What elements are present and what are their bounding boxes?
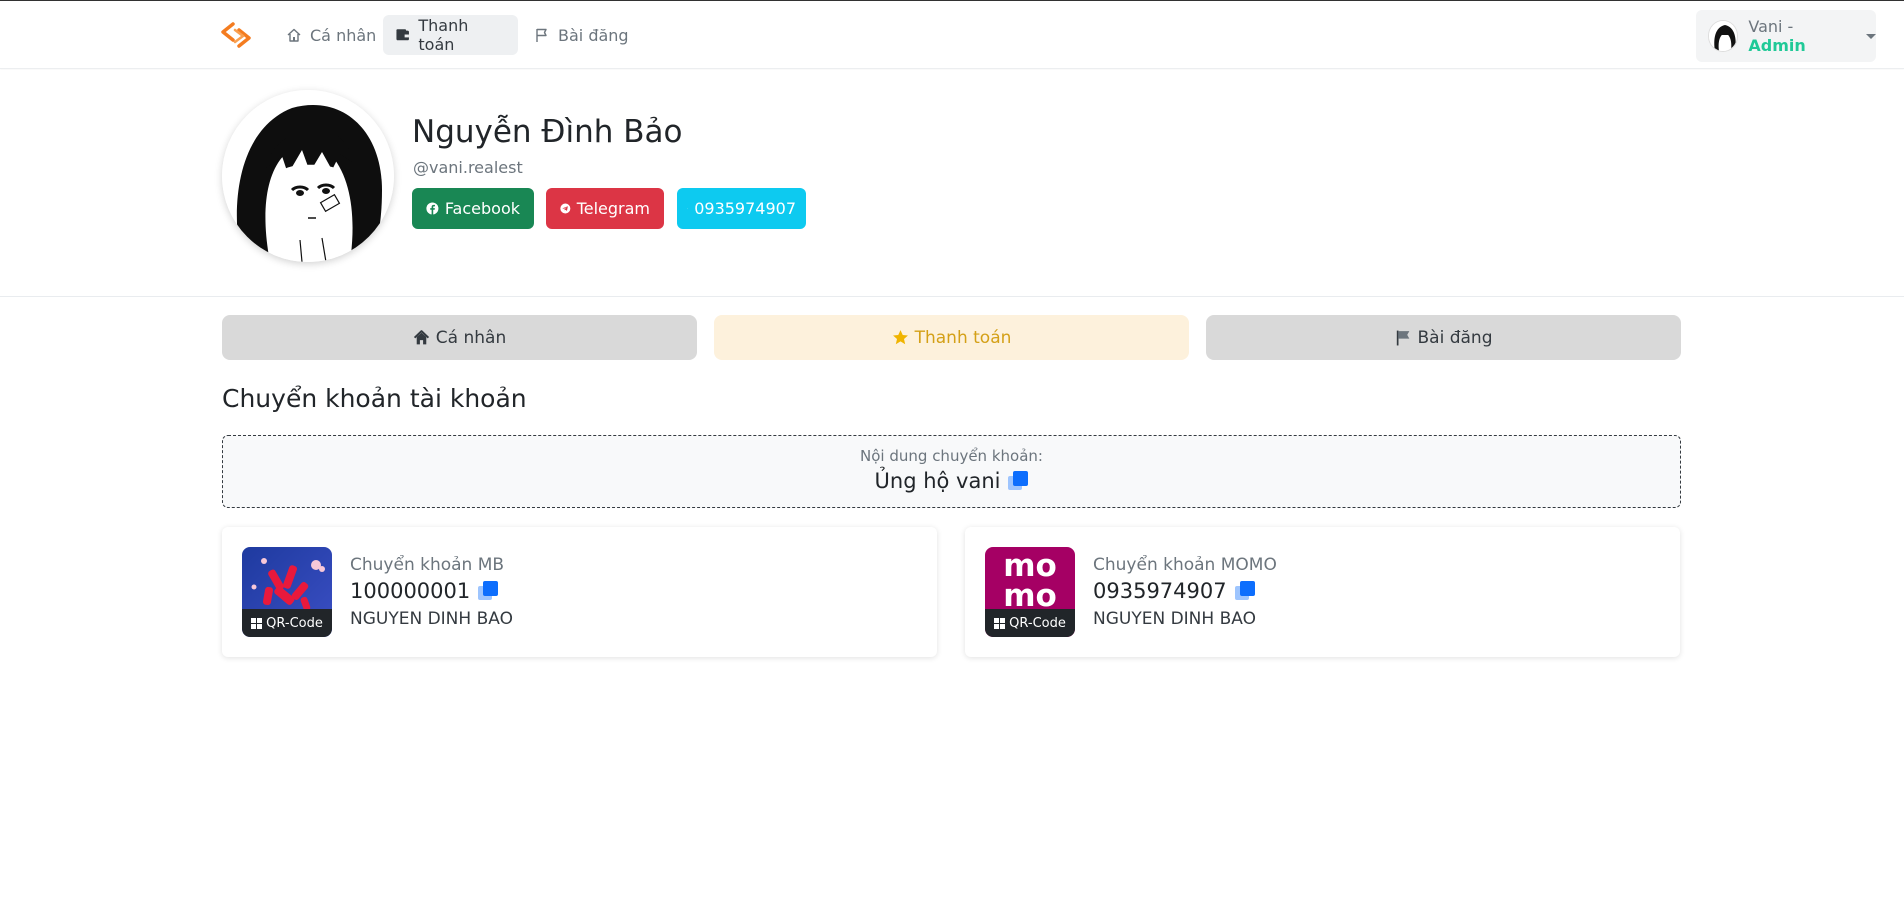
telegram-icon [560, 203, 571, 214]
nav-item-posts[interactable]: Bài đăng [522, 15, 641, 55]
mb-account-label: Chuyển khoản MB [350, 555, 505, 575]
tab-label: Bài đăng [1417, 327, 1493, 348]
qr-label: QR-Code [266, 615, 323, 631]
momo-account-number-text: 0935974907 [1093, 579, 1227, 603]
user-menu-dropdown[interactable]: Vani - Admin [1696, 10, 1876, 62]
mb-bank-logo: QR-Code [242, 547, 332, 637]
momo-card: mo mo QR-Code Chuyển khoản MOMO 09359749… [965, 527, 1680, 657]
brand-logo[interactable] [220, 20, 254, 50]
section-title: Chuyển khoản tài khoản [222, 384, 527, 413]
profile-header: Nguyễn Đình Bảo @vani.realest Facebook T… [0, 70, 1904, 297]
chevron-down-icon [1866, 33, 1876, 39]
telegram-button[interactable]: Telegram [546, 188, 664, 229]
home-icon [413, 330, 429, 345]
nav-item-label: Thanh toán [418, 16, 469, 54]
phone-icon [687, 207, 689, 210]
momo-account-label: Chuyển khoản MOMO [1093, 555, 1277, 575]
facebook-icon [426, 202, 439, 215]
mb-account-holder: NGUYEN DINH BAO [350, 609, 513, 629]
mb-qr-code-button[interactable]: QR-Code [242, 609, 332, 637]
momo-logo: mo mo QR-Code [985, 547, 1075, 637]
copy-icon[interactable] [478, 581, 499, 601]
tab-label: Cá nhân [435, 327, 507, 348]
transfer-content: Ủng hộ vani [223, 469, 1680, 493]
flag-icon [1396, 330, 1409, 346]
navbar: Cá nhân Thanh toán Bài đăng Vani - Admin [0, 1, 1904, 69]
facebook-label: Facebook [444, 199, 520, 218]
nav-item-payment[interactable]: Thanh toán [383, 15, 518, 55]
user-name: Vani - Admin [1748, 17, 1806, 55]
nav-item-label: Bài đăng [558, 25, 629, 45]
telegram-label: Telegram [576, 199, 650, 218]
phone-label: 0935974907 [694, 199, 796, 218]
nav-item-personal[interactable]: Cá nhân [274, 15, 388, 55]
mb-account-number-text: 100000001 [350, 579, 471, 603]
wallet-icon [396, 29, 409, 41]
transfer-content-box: Nội dung chuyển khoản: Ủng hộ vani [222, 435, 1681, 508]
tab-personal[interactable]: Cá nhân [222, 315, 697, 360]
facebook-button[interactable]: Facebook [412, 188, 534, 229]
user-avatar [1708, 20, 1739, 52]
momo-account-holder: NGUYEN DINH BAO [1093, 609, 1256, 629]
momo-account-number: 0935974907 [1093, 579, 1255, 603]
phone-button[interactable]: 0935974907 [677, 188, 806, 229]
transfer-content-text: Ủng hộ vani [874, 469, 1001, 493]
profile-name: Nguyễn Đình Bảo [412, 114, 683, 150]
flag-icon [536, 28, 547, 42]
nav-item-label: Cá nhân [310, 25, 377, 45]
tab-label: Thanh toán [914, 327, 1012, 348]
transfer-label: Nội dung chuyển khoản: [860, 447, 1043, 465]
qr-grid-icon [251, 617, 263, 629]
star-icon [892, 330, 908, 345]
copy-icon[interactable] [1008, 471, 1029, 491]
copy-icon[interactable] [1234, 581, 1255, 601]
home-icon [287, 28, 301, 42]
mb-account-number: 100000001 [350, 579, 499, 603]
momo-logo-text: mo mo [1003, 548, 1057, 614]
profile-handle: @vani.realest [413, 158, 523, 177]
qr-label: QR-Code [1009, 615, 1066, 631]
tab-payment[interactable]: Thanh toán [714, 315, 1189, 360]
profile-avatar [222, 90, 394, 262]
user-role: Admin [1748, 36, 1806, 55]
momo-qr-code-button[interactable]: QR-Code [985, 609, 1075, 637]
mb-bank-card: QR-Code Chuyển khoản MB 100000001 NGUYEN… [222, 527, 937, 657]
tab-posts[interactable]: Bài đăng [1206, 315, 1681, 360]
qr-grid-icon [994, 617, 1006, 629]
